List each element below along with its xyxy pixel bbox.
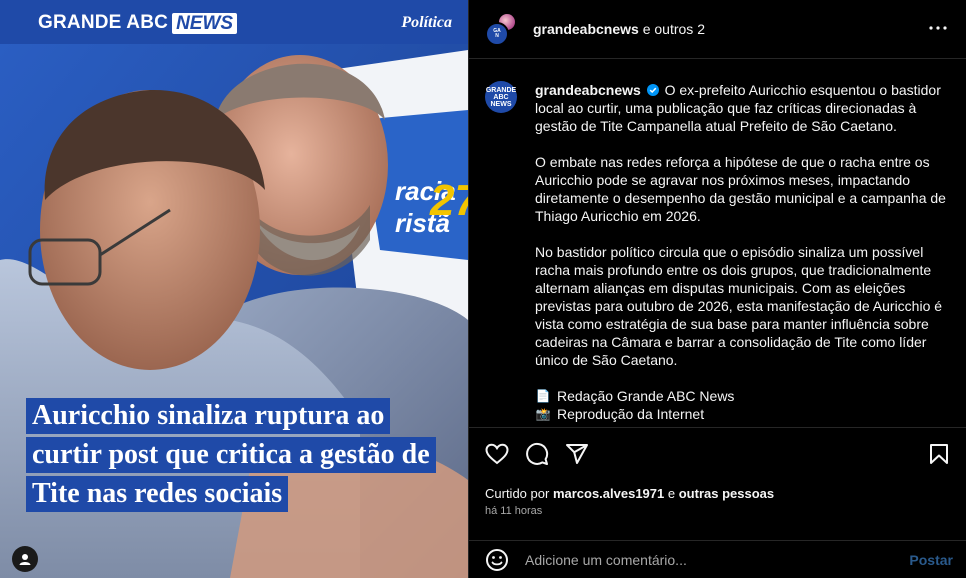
post-timestamp[interactable]: há 11 horas xyxy=(485,505,542,517)
caption-text: grandeabcnews O ex-prefeito Auricchio es… xyxy=(535,81,950,427)
action-bar xyxy=(469,428,966,482)
post-comment-button[interactable]: Postar xyxy=(909,552,953,568)
post-header: GA N grandeabcnews e outros 2 xyxy=(469,0,966,59)
document-icon: 📄 xyxy=(535,389,551,403)
emoji-icon xyxy=(486,549,508,571)
post-author-names[interactable]: grandeabcnews e outros 2 xyxy=(533,21,705,37)
svg-text:27: 27 xyxy=(429,176,468,225)
avatar: GA N xyxy=(485,22,509,46)
image-headline: Auricchio sinaliza ruptura ao curtir pos… xyxy=(26,398,466,515)
likes-prefix: Curtido por xyxy=(485,486,550,501)
grande-abc-news-logo: GRANDE ABC NEWS xyxy=(38,12,238,34)
more-options-button[interactable] xyxy=(928,18,948,38)
signature-text: Redação Grande ABC News xyxy=(557,388,735,404)
user-tag-button[interactable] xyxy=(12,546,38,572)
bookmark-icon xyxy=(930,444,948,464)
comment-button[interactable] xyxy=(525,442,551,468)
author-username[interactable]: grandeabcnews xyxy=(533,21,639,37)
share-icon xyxy=(566,444,588,464)
comment-icon xyxy=(526,442,549,465)
headline-line: curtir post que critica a gestão de xyxy=(26,437,436,473)
signature-line: 📸 Reprodução da Internet xyxy=(535,405,950,423)
headline-line: Auricchio sinaliza ruptura ao xyxy=(26,398,391,434)
caption-section: GRANDE ABC NEWS grandeabcnews O ex-prefeit… xyxy=(469,59,966,428)
emoji-button[interactable] xyxy=(485,548,509,572)
verified-icon xyxy=(646,84,659,96)
post-image[interactable]: racia ristã 27 GRANDE ABC NEWS Política xyxy=(0,0,468,578)
comment-bar: Postar xyxy=(469,540,966,578)
caption-paragraph: No bastidor político circula que o episó… xyxy=(535,244,943,368)
avatar[interactable]: GRANDE ABC NEWS xyxy=(485,81,517,113)
like-button[interactable] xyxy=(485,442,511,468)
post-details-panel: GA N grandeabcnews e outros 2 GRANDE ABC NE… xyxy=(468,0,966,578)
share-button[interactable] xyxy=(565,442,591,468)
headline-line: Tite nas redes sociais xyxy=(26,476,289,512)
logo-text: GRANDE ABC xyxy=(38,12,169,33)
user-tag-icon xyxy=(19,554,31,565)
author-others[interactable]: e outros 2 xyxy=(643,21,705,37)
comment-input[interactable] xyxy=(525,550,885,570)
logo-news-badge: NEWS xyxy=(172,12,238,34)
liker-username[interactable]: marcos.alves1971 xyxy=(553,486,664,501)
likes-summary[interactable]: Curtido por marcos.alves1971 e outras pe… xyxy=(485,486,774,501)
likes-joiner: e xyxy=(667,486,676,501)
signature-line: 📄 Redação Grande ABC News xyxy=(535,387,950,405)
mini-logo-icon: GRANDE ABC NEWS xyxy=(485,86,517,108)
more-icon xyxy=(929,26,947,30)
save-button[interactable] xyxy=(927,442,953,468)
caption-paragraph: O embate nas redes reforça a hipótese de… xyxy=(535,154,946,224)
mini-logo-icon: GA N xyxy=(493,28,501,39)
section-label: Política xyxy=(401,14,452,31)
likes-others[interactable]: outras pessoas xyxy=(679,486,774,501)
caption-username[interactable]: grandeabcnews xyxy=(535,82,641,98)
camera-icon: 📸 xyxy=(535,407,551,421)
collab-avatars[interactable]: GA N xyxy=(485,12,519,46)
heart-icon xyxy=(485,443,509,465)
signature-text: Reprodução da Internet xyxy=(557,406,705,422)
